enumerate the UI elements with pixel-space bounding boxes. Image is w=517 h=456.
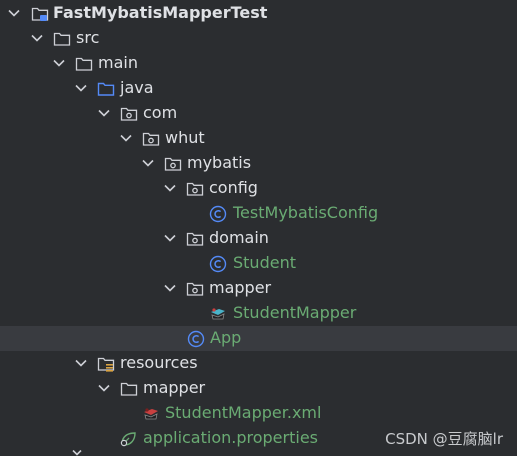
- module-folder-icon: [31, 7, 49, 21]
- chevron-down-icon[interactable]: [162, 180, 178, 196]
- folder-icon: [120, 382, 138, 396]
- tree-node-label: StudentMapper.xml: [165, 403, 322, 422]
- class-icon: [209, 205, 227, 223]
- tree-node-label: main: [98, 53, 138, 72]
- watermark: CSDN @豆腐脑lr: [385, 430, 503, 448]
- chevron-down-icon[interactable]: [73, 355, 89, 371]
- tree-row-app[interactable]: App: [0, 326, 517, 351]
- tree-node-label: resources: [120, 353, 198, 372]
- tree-row-domain[interactable]: domain: [0, 226, 517, 251]
- tree-row-testmybatisconfig[interactable]: TestMybatisConfig: [0, 201, 517, 226]
- class-icon: [187, 330, 205, 348]
- package-icon: [120, 107, 138, 121]
- package-icon: [186, 282, 204, 296]
- chevron-down-icon[interactable]: [140, 155, 156, 171]
- tree-row-config[interactable]: config: [0, 176, 517, 201]
- tree-row-src[interactable]: src: [0, 26, 517, 51]
- tree-node-label: java: [120, 78, 154, 97]
- tree-row-studentmapper-xml[interactable]: StudentMapper.xml: [0, 401, 517, 426]
- tree-node-label: StudentMapper: [233, 303, 357, 322]
- tree-node-label: src: [76, 28, 100, 47]
- chevron-down-icon[interactable]: [73, 80, 89, 96]
- tree-node-label: mapper: [143, 378, 206, 397]
- folder-icon: [75, 57, 93, 71]
- package-icon: [164, 157, 182, 171]
- tree-node-label: whut: [165, 128, 205, 147]
- tree-node-label: com: [143, 103, 178, 122]
- tree-row-resources[interactable]: resources: [0, 351, 517, 376]
- tree-node-label: config: [209, 178, 258, 197]
- folder-icon: [53, 32, 71, 46]
- tree-row-studentmapper[interactable]: StudentMapper: [0, 301, 517, 326]
- tree-row-main[interactable]: main: [0, 51, 517, 76]
- tree-row-java[interactable]: java: [0, 76, 517, 101]
- tree-row-project[interactable]: FastMybatisMapperTest: [0, 1, 517, 26]
- mybatis-xml-icon: [144, 408, 158, 420]
- tree-row-student[interactable]: Student: [0, 251, 517, 276]
- tree-node-label: TestMybatisConfig: [233, 203, 379, 222]
- mybatis-mapper-icon: [211, 308, 225, 320]
- tree-node-label: domain: [209, 228, 269, 247]
- tree-node-label: FastMybatisMapperTest: [53, 3, 268, 22]
- package-icon: [186, 182, 204, 196]
- chevron-down-icon[interactable]: [72, 450, 82, 456]
- tree-row-whut[interactable]: whut: [0, 126, 517, 151]
- tree-node-label: mybatis: [187, 153, 252, 172]
- tree-row-mapper-folder[interactable]: mapper: [0, 376, 517, 401]
- chevron-down-icon[interactable]: [96, 380, 112, 396]
- chevron-down-icon[interactable]: [51, 55, 67, 71]
- tree-row-com[interactable]: com: [0, 101, 517, 126]
- tree-row-mybatis[interactable]: mybatis: [0, 151, 517, 176]
- chevron-down-icon[interactable]: [96, 105, 112, 121]
- package-icon: [142, 132, 160, 146]
- tree-node-label: Student: [233, 253, 296, 272]
- tree-node-label: application.properties: [143, 428, 318, 447]
- chevron-down-icon[interactable]: [162, 280, 178, 296]
- resources-folder-icon: [97, 357, 115, 372]
- class-icon: [209, 255, 227, 273]
- tree-row-mapper-package[interactable]: mapper: [0, 276, 517, 301]
- tree-node-label: mapper: [209, 278, 272, 297]
- chevron-down-icon[interactable]: [162, 230, 178, 246]
- package-icon: [186, 232, 204, 246]
- chevron-down-icon[interactable]: [118, 130, 134, 146]
- tree-node-label: App: [210, 328, 242, 347]
- chevron-down-icon[interactable]: [29, 30, 45, 46]
- source-root-folder-icon: [97, 82, 115, 96]
- chevron-down-icon[interactable]: [6, 5, 22, 21]
- spring-properties-icon: [120, 432, 136, 447]
